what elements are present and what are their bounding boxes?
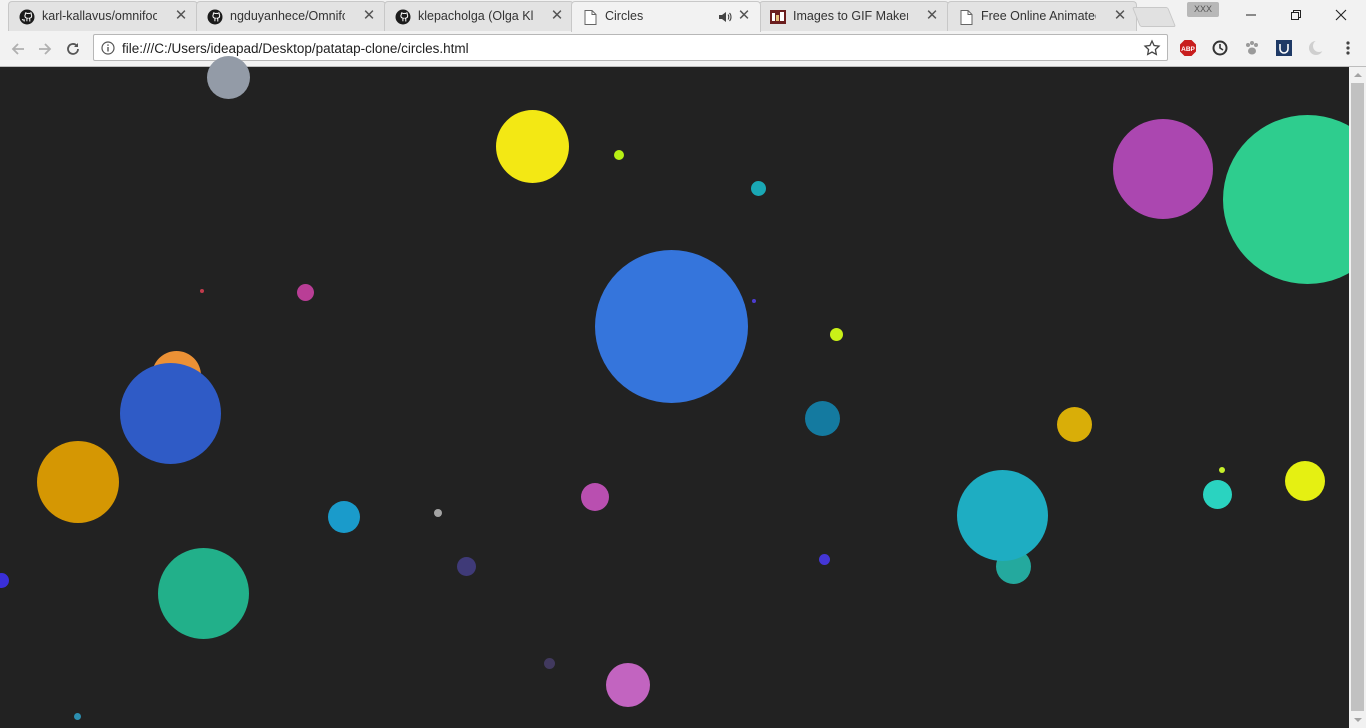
- tab-close-icon[interactable]: ✕: [924, 8, 940, 24]
- circle: [830, 328, 843, 341]
- reload-icon: [67, 43, 79, 55]
- tab-title: Circles: [605, 9, 644, 23]
- page-icon: [958, 9, 974, 25]
- minimize-button[interactable]: [1228, 0, 1274, 29]
- circle: [200, 289, 204, 293]
- sync-icon[interactable]: [1211, 39, 1229, 57]
- github-icon: [19, 9, 35, 25]
- tab-title: ngduyanhece/Omnifood: [230, 9, 345, 23]
- address-bar[interactable]: file:///C:/Users/ideapad/Desktop/patatap…: [93, 34, 1168, 61]
- circle: [614, 150, 624, 160]
- github-icon: [207, 9, 223, 25]
- tab-title: karl-kallavus/omnifood: [42, 9, 157, 23]
- circle: [606, 663, 650, 707]
- minimize-icon: [1246, 14, 1256, 15]
- circle: [1203, 480, 1232, 509]
- close-window-button[interactable]: [1318, 0, 1364, 29]
- tab-klepacholga[interactable]: klepacholga (Olga Klepa ✕: [384, 1, 574, 31]
- circle: [957, 470, 1048, 561]
- circle: [434, 509, 442, 517]
- circle: [581, 483, 609, 511]
- circle: [752, 299, 756, 303]
- tab-close-icon[interactable]: ✕: [736, 8, 752, 24]
- tab-title: Images to GIF Maker - I: [793, 9, 908, 23]
- circle: [74, 713, 81, 720]
- tab-title: Free Online Animated G: [981, 9, 1096, 23]
- restore-button[interactable]: [1273, 0, 1319, 29]
- circle: [207, 56, 250, 99]
- tab-close-icon[interactable]: ✕: [1112, 8, 1128, 24]
- tab-gif-maker[interactable]: Images to GIF Maker - I ✕: [759, 1, 949, 31]
- scrollbar-thumb[interactable]: [1351, 83, 1364, 711]
- forward-arrow-icon: [39, 43, 52, 55]
- scroll-up-arrow-icon[interactable]: [1349, 67, 1366, 83]
- circle: [805, 401, 840, 436]
- circle: [158, 548, 249, 639]
- audio-playing-icon[interactable]: [718, 10, 732, 24]
- menu-button[interactable]: [1339, 39, 1357, 57]
- new-tab-button[interactable]: [1131, 7, 1177, 27]
- tab-karl-kallavus[interactable]: karl-kallavus/omnifood ✕: [8, 1, 198, 31]
- tab-close-icon[interactable]: ✕: [549, 8, 565, 24]
- circle: [595, 250, 748, 403]
- svg-text:ABP: ABP: [1181, 46, 1195, 53]
- circle: [328, 501, 360, 533]
- restore-icon: [1291, 9, 1301, 20]
- close-icon: [1335, 9, 1347, 20]
- circle: [1113, 119, 1213, 219]
- circle: [496, 110, 569, 183]
- tab-title: klepacholga (Olga Klepa: [418, 9, 533, 23]
- back-arrow-icon: [11, 43, 24, 55]
- profile-badge[interactable]: XXX: [1187, 2, 1219, 17]
- circle: [1219, 467, 1225, 473]
- circle: [544, 658, 555, 669]
- circle: [120, 363, 221, 464]
- scroll-down-arrow-icon[interactable]: [1349, 712, 1366, 728]
- paw-icon[interactable]: [1243, 39, 1261, 57]
- circle: [1223, 115, 1366, 284]
- vpn-icon[interactable]: [1275, 39, 1293, 57]
- circle: [1285, 461, 1325, 501]
- circle: [457, 557, 476, 576]
- url-text[interactable]: file:///C:/Users/ideapad/Desktop/patatap…: [122, 41, 469, 56]
- github-icon: [395, 9, 411, 25]
- tab-close-icon[interactable]: ✕: [361, 8, 377, 24]
- circle: [751, 181, 766, 196]
- tab-free-online-animated[interactable]: Free Online Animated G ✕: [947, 1, 1137, 31]
- gif-maker-icon: [770, 9, 786, 25]
- tab-circles[interactable]: Circles ✕: [571, 1, 761, 32]
- vertical-scrollbar[interactable]: [1349, 67, 1366, 728]
- circle: [1057, 407, 1092, 442]
- circle: [297, 284, 314, 301]
- forward-button[interactable]: [33, 37, 57, 61]
- more-vert-icon: [1346, 41, 1350, 55]
- adblock-icon[interactable]: ABP: [1179, 39, 1197, 57]
- page-icon: [582, 9, 598, 25]
- page-canvas[interactable]: [0, 56, 1366, 728]
- info-icon[interactable]: [101, 41, 115, 55]
- toolbar: file:///C:/Users/ideapad/Desktop/patatap…: [0, 31, 1366, 67]
- circle: [819, 554, 830, 565]
- tab-close-icon[interactable]: ✕: [173, 8, 189, 24]
- reload-button[interactable]: [61, 37, 85, 61]
- tab-strip: karl-kallavus/omnifood ✕ ngduyanhece/Omn…: [0, 0, 1366, 32]
- back-button[interactable]: [6, 37, 30, 61]
- moon-icon[interactable]: [1307, 39, 1325, 57]
- circle: [37, 441, 119, 523]
- bookmark-star-icon[interactable]: [1143, 39, 1161, 57]
- circle: [0, 573, 9, 588]
- tab-ngduyanhece[interactable]: ngduyanhece/Omnifood ✕: [196, 1, 386, 31]
